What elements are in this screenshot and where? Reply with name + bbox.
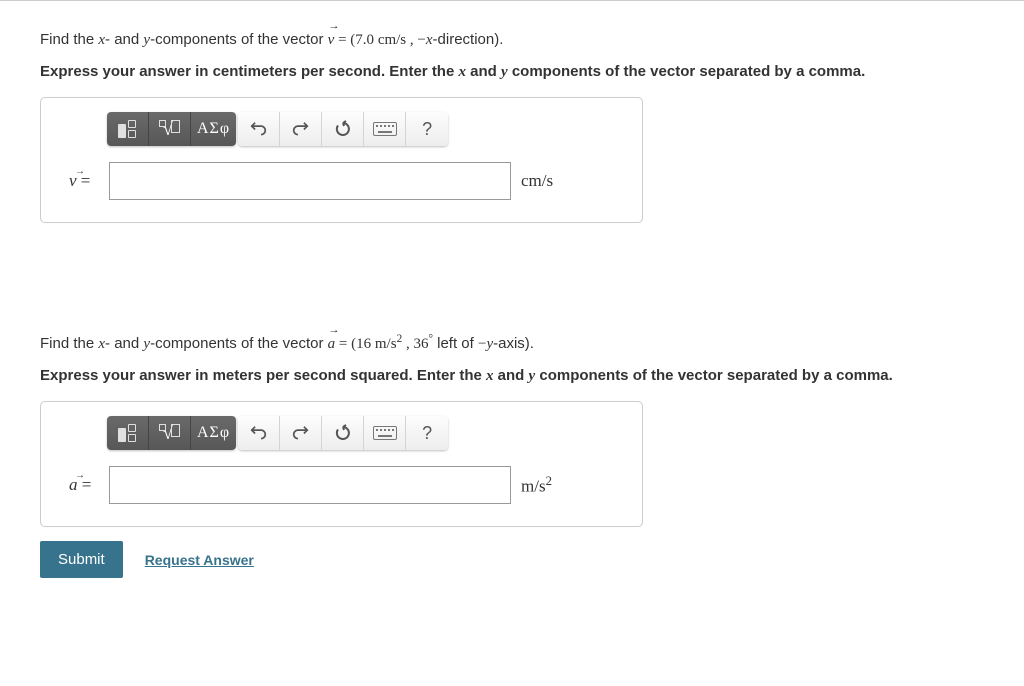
greek-icon: ΑΣφ [197, 120, 230, 138]
question-a-instruction: Express your answer in centimeters per s… [40, 61, 984, 83]
reset-icon [334, 424, 352, 442]
redo-icon [292, 121, 310, 137]
template-icon [118, 424, 138, 442]
keyboard-icon [373, 122, 397, 136]
undo-icon [250, 425, 268, 441]
answer-input-a[interactable] [109, 162, 511, 200]
templates-button[interactable] [107, 112, 149, 146]
redo-button[interactable] [280, 416, 322, 450]
answer-box-a: √ ΑΣφ ? v→ = [40, 97, 643, 223]
reset-icon [334, 120, 352, 138]
radical-icon: √ [159, 423, 180, 444]
reset-button[interactable] [322, 416, 364, 450]
undo-button[interactable] [238, 112, 280, 146]
unit-label-b: m/s2 [521, 474, 552, 497]
redo-icon [292, 425, 310, 441]
question-a-prompt: Find the x- and y-components of the vect… [40, 29, 984, 51]
keyboard-button[interactable] [364, 416, 406, 450]
keyboard-button[interactable] [364, 112, 406, 146]
reset-button[interactable] [322, 112, 364, 146]
radical-button[interactable]: √ [149, 416, 191, 450]
unit-label-a: cm/s [521, 171, 553, 191]
variable-label-a: v→ = [69, 171, 99, 191]
help-icon: ? [422, 423, 432, 444]
question-b-prompt: Find the x- and y-components of the vect… [40, 332, 984, 355]
actions-row: Submit Request Answer [40, 541, 984, 578]
help-button[interactable]: ? [406, 416, 448, 450]
template-icon [118, 120, 138, 138]
answer-input-b[interactable] [109, 466, 511, 504]
greek-button[interactable]: ΑΣφ [191, 112, 236, 146]
greek-button[interactable]: ΑΣφ [191, 416, 236, 450]
undo-icon [250, 121, 268, 137]
templates-button[interactable] [107, 416, 149, 450]
undo-button[interactable] [238, 416, 280, 450]
toolbar-a: √ ΑΣφ ? [107, 112, 614, 146]
request-answer-link[interactable]: Request Answer [145, 552, 254, 568]
variable-label-b: a→ = [69, 475, 99, 495]
help-button[interactable]: ? [406, 112, 448, 146]
help-icon: ? [422, 119, 432, 140]
radical-button[interactable]: √ [149, 112, 191, 146]
answer-box-b: √ ΑΣφ ? a→ = [40, 401, 643, 527]
question-b-instruction: Express your answer in meters per second… [40, 365, 984, 387]
radical-icon: √ [159, 119, 180, 140]
keyboard-icon [373, 426, 397, 440]
submit-button[interactable]: Submit [40, 541, 123, 578]
toolbar-b: √ ΑΣφ ? [107, 416, 614, 450]
redo-button[interactable] [280, 112, 322, 146]
greek-icon: ΑΣφ [197, 424, 230, 442]
